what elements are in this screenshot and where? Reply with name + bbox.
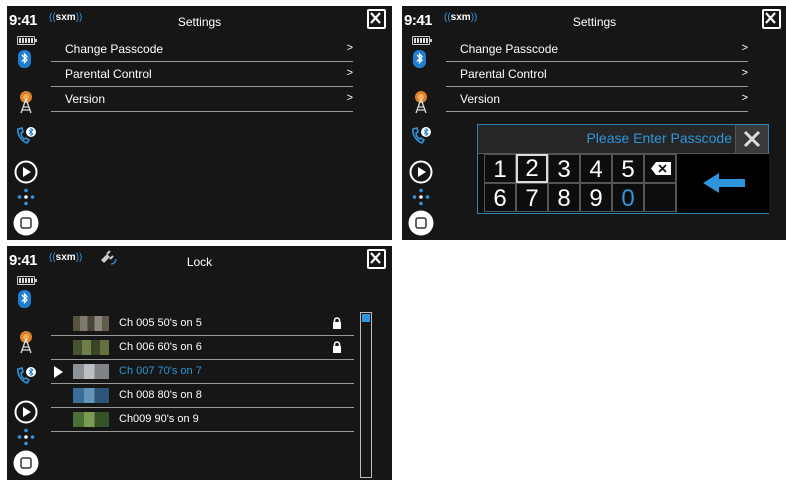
key-8[interactable]: 8 bbox=[548, 183, 580, 212]
channel-row[interactable]: Ch 006 60's on 6 bbox=[51, 336, 354, 360]
arrow-left-icon bbox=[703, 173, 745, 193]
blank-key bbox=[644, 183, 676, 212]
chevron-right-icon: > bbox=[741, 42, 748, 54]
passcode-screen: 9:41 ((sxm)) Settings Change Passcode > … bbox=[402, 6, 786, 240]
key-3[interactable]: 3 bbox=[548, 154, 580, 183]
menu-item-label: Change Passcode bbox=[460, 42, 559, 56]
home-button-icon[interactable] bbox=[13, 450, 39, 476]
status-sidebar: 9:41 bbox=[7, 246, 45, 480]
channel-thumbnail bbox=[73, 364, 109, 379]
channel-label: Ch 005 50's on 5 bbox=[119, 317, 202, 329]
navigation-dots-icon[interactable] bbox=[17, 428, 35, 446]
lock-icon bbox=[332, 317, 342, 329]
key-5[interactable]: 5 bbox=[612, 154, 644, 183]
channel-thumbnail bbox=[73, 340, 109, 355]
close-icon bbox=[743, 130, 761, 148]
key-1[interactable]: 1 bbox=[484, 154, 516, 183]
key-4[interactable]: 4 bbox=[580, 154, 612, 183]
menu-item-version[interactable]: Version > bbox=[51, 87, 353, 112]
lock-icon bbox=[332, 341, 342, 353]
key-0[interactable]: 0 bbox=[612, 183, 644, 212]
channel-thumbnail bbox=[73, 316, 109, 331]
channel-list: Ch 005 50's on 5 Ch 006 60's on 6 Ch 007… bbox=[51, 312, 354, 432]
chevron-right-icon: > bbox=[346, 67, 353, 79]
bluetooth-icon[interactable] bbox=[413, 50, 426, 68]
menu-item-label: Parental Control bbox=[460, 67, 547, 81]
page-title: Settings bbox=[177, 15, 222, 29]
menu-item-label: Change Passcode bbox=[65, 42, 164, 56]
scrollbar[interactable] bbox=[360, 312, 372, 478]
close-icon bbox=[765, 12, 776, 24]
status-sidebar: 9:41 bbox=[402, 6, 440, 240]
menu-item-parental-control[interactable]: Parental Control > bbox=[51, 62, 353, 87]
scrollbar-thumb[interactable] bbox=[362, 314, 370, 322]
key-7[interactable]: 7 bbox=[516, 183, 548, 212]
key-9[interactable]: 9 bbox=[580, 183, 612, 212]
chevron-right-icon: > bbox=[741, 92, 748, 104]
channel-thumbnail bbox=[73, 388, 109, 403]
settings-menu: Change Passcode > Parental Control > Ver… bbox=[51, 37, 353, 112]
bluetooth-icon[interactable] bbox=[18, 50, 31, 68]
phone-icon[interactable] bbox=[410, 126, 432, 146]
home-button-icon[interactable] bbox=[13, 210, 39, 236]
channel-row[interactable]: Ch009 90's on 9 bbox=[51, 408, 354, 432]
radio-tower-icon[interactable] bbox=[412, 90, 430, 114]
channel-row[interactable]: Ch 005 50's on 5 bbox=[51, 312, 354, 336]
channel-thumbnail bbox=[73, 412, 109, 427]
settings-screen: 9:41 ((sxm)) Settings Change Passcode > … bbox=[7, 6, 392, 240]
navigation-dots-icon[interactable] bbox=[412, 188, 430, 206]
radio-tower-icon[interactable] bbox=[17, 330, 35, 354]
menu-item-version[interactable]: Version > bbox=[446, 87, 748, 112]
bluetooth-icon[interactable] bbox=[18, 290, 31, 308]
key-2[interactable]: 2 bbox=[516, 154, 548, 183]
close-icon bbox=[370, 12, 381, 24]
channel-row-selected[interactable]: Ch 007 70's on 7 bbox=[51, 360, 354, 384]
page-title: Lock bbox=[186, 255, 213, 269]
close-icon bbox=[370, 252, 381, 264]
menu-item-change-passcode[interactable]: Change Passcode > bbox=[446, 37, 748, 62]
channel-label: Ch 008 80's on 8 bbox=[119, 389, 202, 401]
channel-label: Ch009 90's on 9 bbox=[119, 413, 199, 425]
play-icon[interactable] bbox=[14, 160, 38, 184]
lock-screen: 9:41 ((sxm)) Lock Ch 005 50's on 5 Ch 00… bbox=[7, 246, 392, 480]
passcode-keypad: Please Enter Passcode 1 2 3 4 5 6 7 8 9 … bbox=[477, 124, 769, 214]
backspace-button[interactable] bbox=[644, 154, 676, 183]
play-icon[interactable] bbox=[14, 400, 38, 424]
home-button-icon[interactable] bbox=[408, 210, 434, 236]
keypad-header: Please Enter Passcode bbox=[478, 125, 768, 154]
phone-icon[interactable] bbox=[15, 126, 37, 146]
passcode-prompt: Please Enter Passcode bbox=[586, 130, 732, 146]
radio-tower-icon[interactable] bbox=[17, 90, 35, 114]
battery-icon bbox=[17, 276, 37, 285]
phone-icon[interactable] bbox=[15, 366, 37, 386]
backspace-icon bbox=[651, 162, 671, 175]
chevron-right-icon: > bbox=[346, 42, 353, 54]
keypad-close-button[interactable] bbox=[735, 125, 768, 153]
menu-item-label: Parental Control bbox=[65, 67, 152, 81]
chevron-right-icon: > bbox=[346, 92, 353, 104]
channel-label: Ch 007 70's on 7 bbox=[119, 365, 202, 377]
channel-row[interactable]: Ch 008 80's on 8 bbox=[51, 384, 354, 408]
close-button[interactable] bbox=[762, 9, 781, 29]
chevron-right-icon: > bbox=[741, 67, 748, 79]
play-icon[interactable] bbox=[409, 160, 433, 184]
close-button[interactable] bbox=[367, 9, 386, 29]
menu-item-label: Version bbox=[460, 92, 501, 106]
menu-item-parental-control[interactable]: Parental Control > bbox=[446, 62, 748, 87]
navigation-dots-icon[interactable] bbox=[17, 188, 35, 206]
battery-icon bbox=[17, 36, 37, 45]
now-playing-icon bbox=[54, 366, 63, 378]
enter-button[interactable] bbox=[676, 154, 769, 213]
close-button[interactable] bbox=[367, 249, 386, 269]
status-sidebar: 9:41 bbox=[7, 6, 45, 240]
page-title: Settings bbox=[572, 15, 617, 29]
settings-menu: Change Passcode > Parental Control > Ver… bbox=[446, 37, 748, 112]
channel-label: Ch 006 60's on 6 bbox=[119, 341, 202, 353]
menu-item-change-passcode[interactable]: Change Passcode > bbox=[51, 37, 353, 62]
battery-icon bbox=[412, 36, 432, 45]
menu-item-label: Version bbox=[65, 92, 106, 106]
key-6[interactable]: 6 bbox=[484, 183, 516, 212]
